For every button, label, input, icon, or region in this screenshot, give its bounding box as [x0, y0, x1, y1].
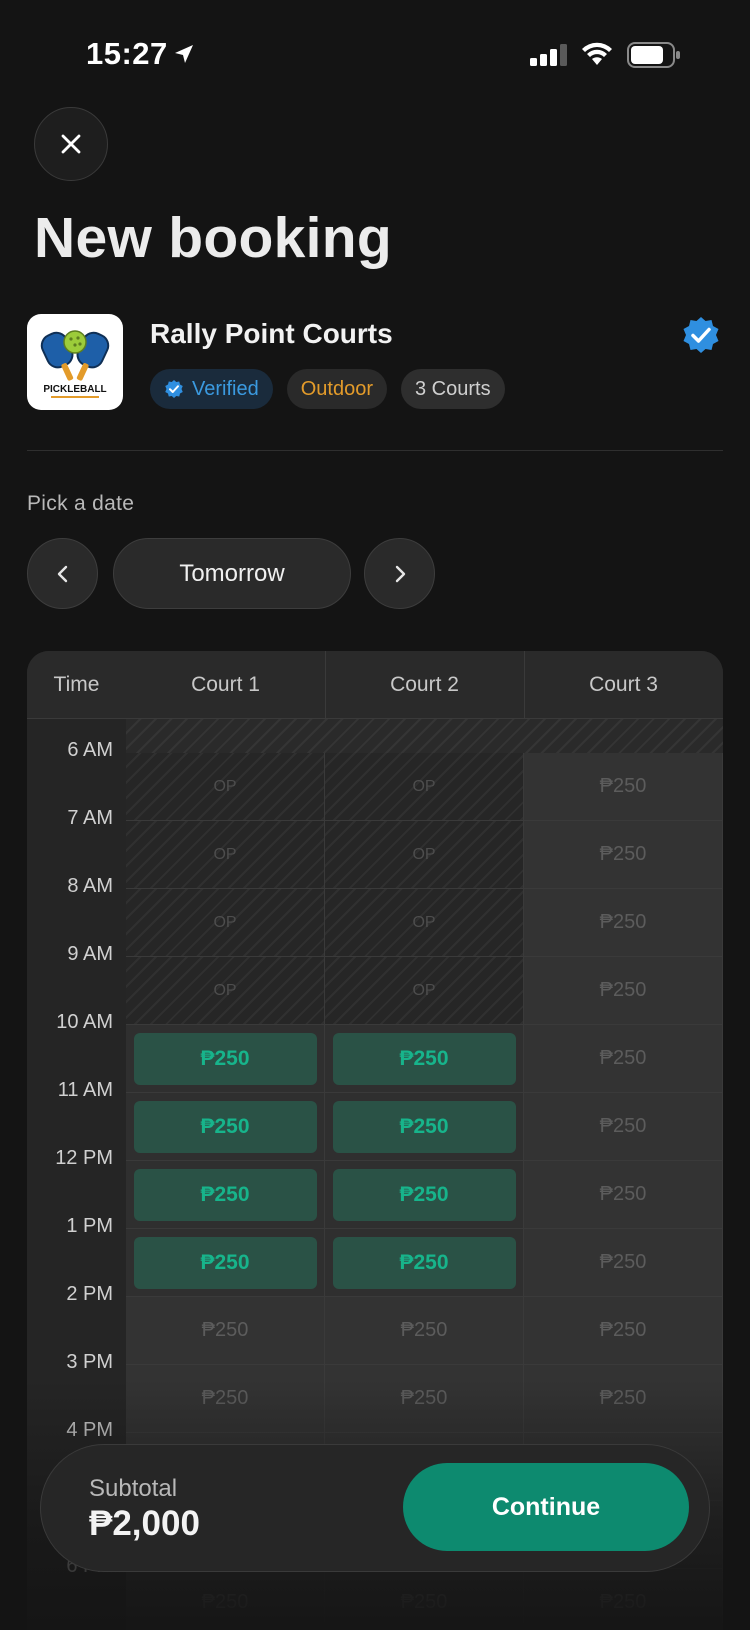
- time-label: 8 AM: [67, 875, 113, 897]
- court-1-slot[interactable]: ₱250: [126, 1297, 325, 1365]
- court-2-slot: ₱250: [325, 1093, 524, 1161]
- schedule-header: Time Court 1 Court 2 Court 3: [27, 651, 723, 719]
- available-slot-button[interactable]: ₱250: [133, 1236, 317, 1289]
- cellular-signal-icon: [530, 44, 567, 66]
- court-1-slot: ₱250: [126, 1161, 325, 1229]
- available-slot-button[interactable]: ₱250: [332, 1236, 516, 1289]
- court-2-slot: OP: [325, 753, 524, 821]
- verified-check-icon: [165, 380, 183, 398]
- subtotal-label: Subtotal: [89, 1475, 178, 1502]
- battery-icon: [627, 42, 680, 68]
- court-1-slot: OP: [126, 753, 325, 821]
- subtotal-value: ₱2,000: [89, 1504, 200, 1543]
- time-label: 9 AM: [67, 943, 113, 965]
- available-slot-button[interactable]: ₱250: [332, 1032, 516, 1085]
- court-1-slot: OP: [126, 821, 325, 889]
- wifi-icon: [582, 42, 612, 65]
- court-2-slot: ₱250: [325, 1161, 524, 1229]
- outdoor-chip-label: Outdoor: [300, 377, 373, 400]
- available-slot-button[interactable]: ₱250: [332, 1168, 516, 1221]
- courts-count-label: 3 Courts: [414, 377, 491, 400]
- close-button[interactable]: [34, 107, 108, 181]
- time-label: 7 AM: [67, 807, 113, 829]
- court-3-slot[interactable]: ₱250: [524, 1093, 723, 1161]
- court-3-slot[interactable]: ₱250: [524, 1161, 723, 1229]
- court-3-slot[interactable]: ₱250: [524, 821, 723, 889]
- chevron-right-icon: [395, 565, 405, 582]
- venue-name: Rally Point Courts: [150, 318, 393, 349]
- time-label: 12 PM: [55, 1147, 113, 1169]
- venue-logo: PICKLEBALL: [27, 314, 123, 410]
- court-3-slot[interactable]: ₱250: [524, 957, 723, 1025]
- available-slot-button[interactable]: ₱250: [133, 1100, 317, 1153]
- court-3-header: Court 3: [589, 673, 658, 696]
- outdoor-chip: Outdoor: [286, 369, 387, 409]
- court-1-slot: ₱250: [126, 1093, 325, 1161]
- close-icon: [61, 134, 81, 154]
- court-3-slot[interactable]: ₱250: [524, 1297, 723, 1365]
- status-bar: 15:27: [0, 0, 750, 110]
- pick-date-label: Pick a date: [27, 492, 135, 515]
- time-label: 11 AM: [57, 1079, 113, 1101]
- verified-chip: Verified: [150, 369, 273, 409]
- court-2-slot: ₱250: [325, 1025, 524, 1093]
- court-1-slot: ₱250: [126, 1229, 325, 1297]
- venue-logo-text: PICKLEBALL: [43, 384, 106, 395]
- court-1-slot: ₱250: [126, 1025, 325, 1093]
- previous-date-button[interactable]: [27, 538, 98, 609]
- verified-chip-label: Verified: [192, 377, 259, 400]
- time-label: 6 AM: [67, 739, 113, 761]
- courts-count-chip: 3 Courts: [400, 369, 505, 409]
- court-3-slot[interactable]: ₱250: [524, 889, 723, 957]
- location-arrow-icon: [175, 45, 193, 63]
- venue-chips: Verified Outdoor 3 Courts: [150, 369, 505, 409]
- verified-check-icon: [683, 317, 719, 353]
- court-2-slot: ₱250: [325, 1229, 524, 1297]
- available-slot-button[interactable]: ₱250: [133, 1168, 317, 1221]
- time-column-header: Time: [53, 673, 100, 696]
- court-2-slot: OP: [325, 957, 524, 1025]
- next-date-button[interactable]: [364, 538, 435, 609]
- court-2-slot[interactable]: ₱250: [325, 1297, 524, 1365]
- time-label: 1 PM: [66, 1215, 113, 1237]
- available-slot-button[interactable]: ₱250: [133, 1032, 317, 1085]
- court-3-slot[interactable]: ₱250: [524, 753, 723, 821]
- court-3-slot[interactable]: ₱250: [524, 1229, 723, 1297]
- status-time: 15:27: [86, 36, 168, 71]
- court-2-header: Court 2: [390, 673, 459, 696]
- continue-button[interactable]: Continue: [403, 1463, 689, 1551]
- court-1-header: Court 1: [191, 673, 260, 696]
- court-2-slot: OP: [325, 821, 524, 889]
- subtotal-bar: Subtotal ₱2,000 Continue: [40, 1444, 710, 1572]
- chevron-left-icon: [57, 565, 67, 582]
- court-2-slot: OP: [325, 889, 524, 957]
- selected-date-pill[interactable]: Tomorrow: [113, 538, 351, 609]
- available-slot-button[interactable]: ₱250: [332, 1100, 516, 1153]
- court-1-slot: OP: [126, 957, 325, 1025]
- court-1-slot: OP: [126, 889, 325, 957]
- closed-strip: [126, 719, 723, 753]
- time-label: 10 AM: [56, 1011, 113, 1033]
- page-title: New booking: [34, 206, 392, 270]
- time-label: 2 PM: [66, 1283, 113, 1305]
- divider: [27, 450, 723, 451]
- court-3-slot[interactable]: ₱250: [524, 1025, 723, 1093]
- time-label: 3 PM: [66, 1351, 113, 1373]
